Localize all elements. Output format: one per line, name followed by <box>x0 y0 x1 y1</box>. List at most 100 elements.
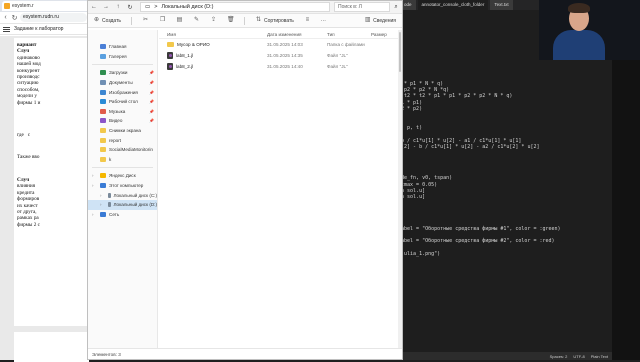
file-type: Файл "JL" <box>327 64 348 69</box>
nav-item-cloud[interactable]: › Яндекс Диск <box>88 171 157 181</box>
cloud-icon <box>100 173 106 179</box>
forward-arrow-icon[interactable]: → <box>100 4 112 10</box>
cut-button[interactable]: ✂ <box>142 17 149 24</box>
downloads-icon <box>100 70 106 76</box>
address-bar[interactable]: ▭ > Локальный диск (D:) <box>140 2 330 12</box>
file-row[interactable]: lab8_2.jl 31.05.2025 14:40 Файл "JL" <box>159 61 402 72</box>
reload-icon[interactable]: ↻ <box>11 14 18 22</box>
pin-icon: 📌 <box>149 99 154 105</box>
folder-icon <box>100 147 106 153</box>
file-name-cell: lab8_1.jl <box>159 52 267 59</box>
nav-item-label: Снимки экрана <box>109 128 141 134</box>
nav-item-label: Локальный диск (C:) <box>113 192 157 198</box>
rename-button[interactable]: ✎ <box>193 17 200 24</box>
nav-item-folder[interactable]: report <box>88 135 157 145</box>
document-page: вариант Случ одинаково нашей мод конкурент пр… <box>14 38 89 326</box>
paste-button[interactable]: ▤ <box>176 17 183 24</box>
nav-item-drive[interactable]: › Локальный диск (C:) <box>88 190 157 200</box>
code-area[interactable]: * * p1 * N * q) * p2 * p2 * N *q) * t2 * t… <box>398 62 612 257</box>
more-button[interactable]: ··· <box>321 18 326 24</box>
editor-tab[interactable]: Text.txt <box>490 0 513 10</box>
column-date[interactable]: Дата изменения <box>267 32 327 37</box>
nav-item-music[interactable]: Музыка 📌 <box>88 107 157 117</box>
pin-icon: 📌 <box>149 80 154 86</box>
nav-item-home[interactable]: Главная <box>88 42 157 52</box>
refresh-icon[interactable]: ↻ <box>124 4 136 11</box>
share-button[interactable]: ⇪ <box>210 17 217 24</box>
nav-item-label: Локальный диск (D:) <box>113 202 157 208</box>
browser-tab-title: esystem.r <box>12 3 34 9</box>
document-page <box>14 332 89 362</box>
document-title: Задание к лаборатор <box>14 26 64 32</box>
chevron-right-icon[interactable]: › <box>92 183 94 188</box>
chevron-right-icon[interactable]: › <box>92 212 94 217</box>
column-name[interactable]: Имя <box>159 32 267 37</box>
create-button[interactable]: ⊕ Создать <box>93 17 121 24</box>
documents-icon <box>100 80 106 86</box>
chevron-right-icon[interactable]: › <box>100 193 102 198</box>
up-arrow-icon[interactable]: ↑ <box>112 4 124 10</box>
vertical-scrollbar[interactable] <box>398 30 402 348</box>
nav-item-downloads[interactable]: Загрузки 📌 <box>88 68 157 78</box>
scrollbar-thumb[interactable] <box>399 32 401 72</box>
column-type[interactable]: Тип <box>327 32 371 37</box>
plus-icon: ⊕ <box>93 17 100 23</box>
status-item[interactable]: UTF-8 <box>573 354 584 359</box>
nav-item-documents[interactable]: Документы 📌 <box>88 78 157 88</box>
nav-item-desktop[interactable]: Рабочий стол 📌 <box>88 97 157 107</box>
document-text-block: вариант Случ одинаково нашей мод конкурент пр… <box>17 42 86 106</box>
delete-button[interactable]: 🗑 <box>227 17 235 24</box>
breadcrumb-current[interactable]: Локальный диск (D:) <box>161 4 213 10</box>
back-arrow-icon[interactable]: ‹ <box>2 14 9 21</box>
navigation-pane: Главная Галерея Загрузки 📌 Документы 📌 Изображ… <box>88 30 158 348</box>
file-row[interactable]: Мусор & ОРИО 31.05.2025 14:03 Папка с файл… <box>159 39 402 50</box>
home-icon <box>100 44 106 50</box>
nav-item-label: Яндекс Диск <box>109 173 136 179</box>
view-button[interactable]: ≡ <box>304 17 311 24</box>
chevron-right-icon[interactable]: › <box>92 173 94 178</box>
browser-address-bar: ‹ ↻ esystem.rudn.ru <box>0 12 89 24</box>
nav-item-network[interactable]: › Сеть <box>88 210 157 220</box>
file-date: 31.05.2025 14:40 <box>267 64 303 69</box>
nav-item-label: report <box>109 137 122 143</box>
nav-item-label: Изображения <box>109 89 138 95</box>
file-row[interactable]: lab8_1.jl 31.05.2025 14:35 Файл "JL" <box>159 50 402 61</box>
editor-status-bar: Spaces: 2 UTF-8 Plain Text <box>398 352 612 360</box>
nav-separator <box>92 64 153 66</box>
search-input[interactable]: Поиск в: Л <box>334 2 390 12</box>
music-icon <box>100 108 106 114</box>
status-item[interactable]: Plain Text <box>591 354 608 359</box>
file-name: lab8_1.jl <box>176 53 194 58</box>
nav-item-pc[interactable]: › Этот компьютер <box>88 181 157 191</box>
document-toolbar: Задание к лаборатор <box>0 24 89 35</box>
status-item[interactable]: Spaces: 2 <box>550 354 568 359</box>
nav-item-folder[interactable]: k <box>88 155 157 165</box>
search-icon[interactable]: ⌕ <box>390 4 402 11</box>
nav-item-video[interactable]: Видео 📌 <box>88 116 157 126</box>
nav-item-gallery[interactable]: Галерея <box>88 52 157 62</box>
pc-icon <box>100 183 106 189</box>
nav-item-drive[interactable]: › Локальный диск (D:) <box>88 199 157 210</box>
hamburger-menu-icon[interactable] <box>3 26 10 32</box>
nav-item-label: Музыка <box>109 108 126 114</box>
video-icon <box>100 118 106 124</box>
back-arrow-icon[interactable]: ← <box>88 4 100 10</box>
browser-tab[interactable]: esystem.r <box>2 1 89 11</box>
file-date: 31.05.2025 14:35 <box>267 53 303 58</box>
copy-button[interactable]: ❐ <box>159 17 166 24</box>
details-button[interactable]: ▥ Сведения <box>364 17 396 24</box>
dark-background <box>612 60 640 360</box>
editor-tab[interactable]: annotator_console_cloth_folder <box>417 0 489 10</box>
sort-icon: ⇅ <box>256 17 262 23</box>
nav-item-folder[interactable]: Снимки экрана <box>88 126 157 136</box>
column-size[interactable]: Размер <box>371 32 401 37</box>
status-bar: Элементов: 3 <box>88 348 402 359</box>
sort-button[interactable]: ⇅ Сортировать <box>255 17 294 24</box>
nav-item-label: Главная <box>109 44 127 50</box>
url-field[interactable]: esystem.rudn.ru <box>20 13 87 22</box>
nav-item-pictures[interactable]: Изображения 📌 <box>88 87 157 97</box>
nav-item-folder[interactable]: SocialMediaMonitorin <box>88 145 157 155</box>
explorer-address-row: ← → ↑ ↻ ▭ > Локальный диск (D:) Поиск в:… <box>88 1 402 14</box>
breadcrumb-separator: > <box>154 4 158 10</box>
chevron-right-icon[interactable]: › <box>100 202 102 207</box>
